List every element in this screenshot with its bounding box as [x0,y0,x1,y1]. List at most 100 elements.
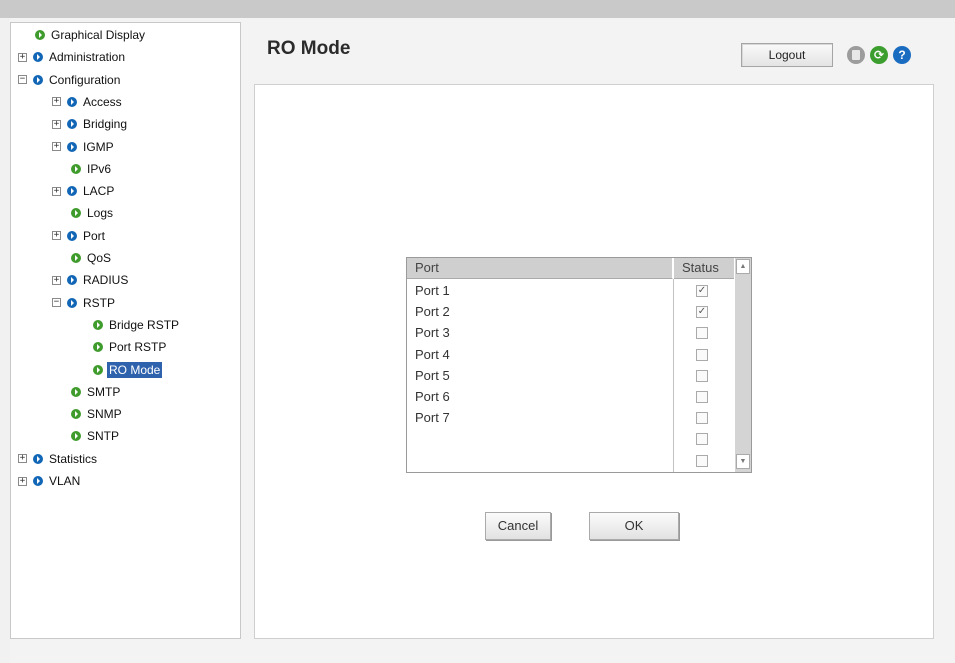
sidebar-item-label: LACP [83,184,115,199]
column-header-port[interactable]: Port [407,258,673,279]
status-checkbox[interactable]: ✓ [696,306,708,319]
status-checkbox[interactable] [696,433,708,446]
arrow-circle-icon [33,52,43,63]
sidebar-item-port-rstp[interactable]: Port RSTP [93,337,168,357]
expand-icon[interactable]: + [18,476,27,486]
sidebar-item-logs[interactable]: Logs [71,203,115,223]
arrow-circle-icon [33,74,43,85]
status-checkbox[interactable] [696,348,708,361]
arrow-circle-icon [67,186,77,197]
sidebar-item-rstp[interactable]: − RSTP [52,293,117,313]
sidebar-item-label: Configuration [49,72,121,87]
port-cell: Port 4 [415,346,450,362]
arrow-circle-icon [71,431,81,442]
sidebar-item-label: Access [83,94,122,109]
port-cell: Port 2 [415,304,450,320]
arrow-circle-icon [71,386,81,397]
sidebar-item-lacp[interactable]: + LACP [52,181,116,201]
table-scrollbar[interactable]: ▲ ▼ [735,258,751,472]
sidebar-item-label: IPv6 [87,161,112,176]
expand-icon[interactable]: + [52,97,61,107]
sidebar-item-ro-mode[interactable]: RO Mode [93,360,163,380]
sidebar-item-access[interactable]: + Access [52,92,124,112]
sidebar-item-snmp[interactable]: SNMP [71,404,124,424]
status-checkbox[interactable] [696,454,708,467]
expand-icon[interactable]: + [52,119,61,129]
status-checkbox[interactable] [696,369,708,382]
column-divider [673,279,674,472]
sidebar-item-label: SNTP [87,429,120,444]
arrow-circle-icon [71,409,81,420]
sidebar-item-label: VLAN [49,474,81,488]
port-cell: Port 5 [415,367,450,383]
expand-icon[interactable]: + [52,231,61,241]
save-icon[interactable] [847,46,865,64]
sidebar-item-configuration[interactable]: − Configuration [18,70,122,90]
main-panel: Enter the port number and click OK Port … [254,84,934,639]
sidebar-item-label: Bridging [83,117,128,132]
arrow-circle-icon [93,364,103,375]
port-cell: Port 3 [415,325,450,341]
collapse-icon[interactable]: − [52,298,61,308]
sidebar-item-label: IGMP [83,139,114,154]
collapse-icon[interactable]: − [18,75,27,85]
arrow-circle-icon [67,230,77,241]
arrow-circle-icon [93,342,103,353]
arrow-circle-icon [71,208,81,219]
arrow-circle-icon [67,119,77,130]
port-cell: Port 6 [415,389,450,404]
expand-icon[interactable]: + [52,142,61,151]
sidebar-item-igmp[interactable]: + IGMP [52,137,116,157]
sidebar-item-label: Port RSTP [109,340,167,355]
expand-icon[interactable]: + [52,186,61,196]
page-title: RO Mode [267,38,351,59]
status-checkbox[interactable] [696,327,708,340]
sidebar-item-label: Statistics [49,451,98,466]
status-checkbox[interactable]: ✓ [696,285,708,297]
scroll-up-icon[interactable]: ▲ [736,259,750,274]
arrow-circle-icon [33,476,43,486]
expand-icon[interactable]: + [18,454,27,464]
sidebar-item-label: SNMP [87,407,122,422]
arrow-circle-icon [67,275,77,286]
scroll-down-icon[interactable]: ▼ [736,454,750,469]
help-icon[interactable]: ? [893,46,911,64]
sidebar-item-label: RADIUS [83,273,129,288]
status-checkbox[interactable] [696,412,708,425]
sidebar-item-label: Administration [49,50,126,65]
sidebar-item-label: Bridge RSTP [109,317,180,332]
sidebar-item-label: SMTP [87,384,121,399]
sidebar-item-ipv6[interactable]: IPv6 [71,159,113,179]
expand-icon[interactable]: + [52,275,61,285]
sidebar-item-label: RSTP [83,295,116,310]
arrow-circle-icon [67,297,77,308]
cancel-button[interactable]: Cancel [485,512,551,540]
arrow-circle-icon [67,141,77,152]
sidebar-item-label: Port [83,228,106,243]
sidebar-item-bridge-rstp[interactable]: Bridge RSTP [93,315,181,335]
sidebar-item-bridging[interactable]: + Bridging [52,114,129,134]
arrow-circle-icon [93,319,103,330]
sidebar-item-graphical-display[interactable]: Graphical Display [35,25,147,45]
status-checkbox[interactable] [696,391,708,403]
sidebar-item-port[interactable]: + Port [52,226,107,246]
ok-button[interactable]: OK [589,512,679,540]
expand-icon[interactable]: + [18,52,27,62]
sidebar-item-vlan[interactable]: + VLAN [18,471,82,491]
column-header-status[interactable]: Status [674,258,734,279]
sidebar-item-statistics[interactable]: + Statistics [18,449,99,469]
arrow-circle-icon [35,30,45,40]
top-bar [0,0,955,18]
refresh-icon[interactable]: ⟳ [870,46,888,64]
sidebar-item-radius[interactable]: + RADIUS [52,270,130,290]
logout-button[interactable]: Logout [741,43,833,67]
sidebar-item-smtp[interactable]: SMTP [71,382,122,402]
sidebar-item-qos[interactable]: QoS [71,248,113,268]
arrow-circle-icon [71,253,81,263]
port-table: Port Status ▲ ▼ Port 1 ✓ Port 2 ✓ Port 3 Port… [406,257,752,473]
port-cell: Port 1 [415,283,450,298]
sidebar-item-administration[interactable]: + Administration [18,47,127,67]
arrow-circle-icon [71,163,81,174]
sidebar-item-sntp[interactable]: SNTP [71,426,121,446]
sidebar-tree: Graphical Display + Administration − Configu… [10,22,241,639]
